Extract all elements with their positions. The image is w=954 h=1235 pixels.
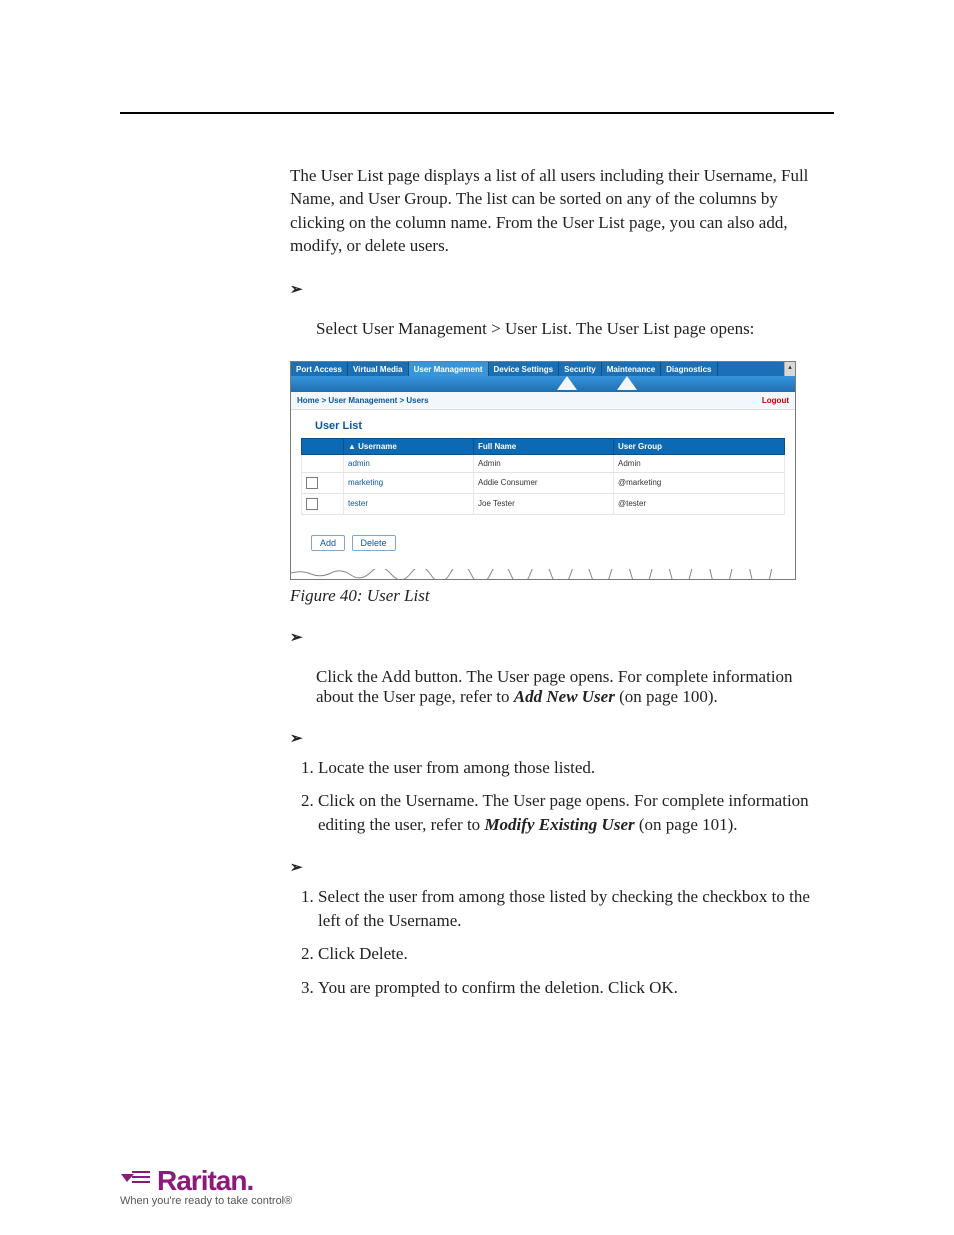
fullname-cell: Addie Consumer: [474, 472, 614, 493]
row-checkbox[interactable]: [306, 498, 318, 510]
fullname-cell: Joe Tester: [474, 493, 614, 514]
chevron-right-icon: ➢: [290, 858, 312, 877]
usergroup-cell: @tester: [614, 493, 785, 514]
row-checkbox-cell: [302, 472, 344, 493]
chevron-right-icon: ➢: [290, 628, 312, 647]
chevron-right-icon: ➢: [290, 280, 312, 299]
modify-step-1: Locate the user from among those listed.: [318, 756, 814, 779]
breadcrumb[interactable]: Home > User Management > Users: [297, 396, 429, 405]
torn-edge: [291, 569, 795, 579]
panel-title: User List: [315, 420, 785, 432]
modify-steps: Locate the user from among those listed.…: [290, 756, 814, 836]
tab-sub-bar: [291, 376, 795, 392]
scrollbar-up-icon: ▴: [784, 362, 795, 377]
usergroup-cell: Admin: [614, 454, 785, 472]
usergroup-cell: @marketing: [614, 472, 785, 493]
logo-tagline: When you're ready to take control®: [120, 1195, 292, 1207]
bullet-add-user: ➢: [290, 628, 814, 647]
table-row: tester Joe Tester @tester: [302, 493, 785, 514]
chevron-right-icon: ➢: [290, 729, 312, 748]
delete-step-2: Click Delete.: [318, 942, 814, 965]
row-checkbox-cell: [302, 493, 344, 514]
xref-add-new-user[interactable]: Add New User: [514, 687, 615, 706]
page-top-rule: [120, 112, 834, 114]
step-open-userlist: Select User Management > User List. The …: [316, 319, 814, 339]
add-button[interactable]: Add: [311, 535, 345, 551]
bullet-view-users: ➢: [290, 280, 814, 299]
tab-virtual-media[interactable]: Virtual Media: [348, 362, 409, 376]
bullet-delete-user: ➢: [290, 858, 814, 877]
tab-device-settings[interactable]: Device Settings: [489, 362, 560, 376]
fullname-cell: Admin: [474, 454, 614, 472]
xref-modify-existing-user[interactable]: Modify Existing User: [484, 815, 634, 834]
modify-step-2: Click on the Username. The User page ope…: [318, 789, 814, 836]
bullet-modify-user: ➢: [290, 729, 814, 748]
row-checkbox-cell: [302, 454, 344, 472]
user-table: ▲ Username Full Name User Group admin Ad…: [301, 438, 785, 515]
tab-security[interactable]: Security: [559, 362, 602, 376]
tab-user-management[interactable]: User Management: [409, 362, 489, 376]
footer-logo: Raritan. When you're ready to take contr…: [120, 1165, 292, 1207]
delete-step-1: Select the user from among those listed …: [318, 885, 814, 932]
figure-caption: Figure 40: User List: [290, 586, 834, 606]
table-row: marketing Addie Consumer @marketing: [302, 472, 785, 493]
col-checkbox: [302, 438, 344, 454]
col-fullname[interactable]: Full Name: [474, 438, 614, 454]
table-row: admin Admin Admin: [302, 454, 785, 472]
username-link[interactable]: marketing: [344, 472, 474, 493]
logo-swoosh-icon: [120, 1165, 154, 1197]
logout-link[interactable]: Logout: [762, 396, 789, 405]
delete-steps: Select the user from among those listed …: [290, 885, 814, 999]
tab-bar: Port Access Virtual Media User Managemen…: [291, 362, 795, 376]
tab-port-access[interactable]: Port Access: [291, 362, 348, 376]
col-usergroup[interactable]: User Group: [614, 438, 785, 454]
intro-paragraph: The User List page displays a list of al…: [290, 164, 814, 258]
username-link[interactable]: admin: [344, 454, 474, 472]
tab-diagnostics[interactable]: Diagnostics: [661, 362, 717, 376]
logo-brand: Raritan.: [157, 1165, 253, 1197]
add-user-paragraph: Click the Add button. The User page open…: [316, 667, 814, 707]
row-checkbox[interactable]: [306, 477, 318, 489]
username-link[interactable]: tester: [344, 493, 474, 514]
delete-step-3: You are prompted to confirm the deletion…: [318, 976, 814, 999]
col-username[interactable]: ▲ Username: [344, 438, 474, 454]
tab-maintenance[interactable]: Maintenance: [602, 362, 661, 376]
userlist-screenshot: ▴ Port Access Virtual Media User Managem…: [290, 361, 796, 580]
delete-button[interactable]: Delete: [352, 535, 396, 551]
